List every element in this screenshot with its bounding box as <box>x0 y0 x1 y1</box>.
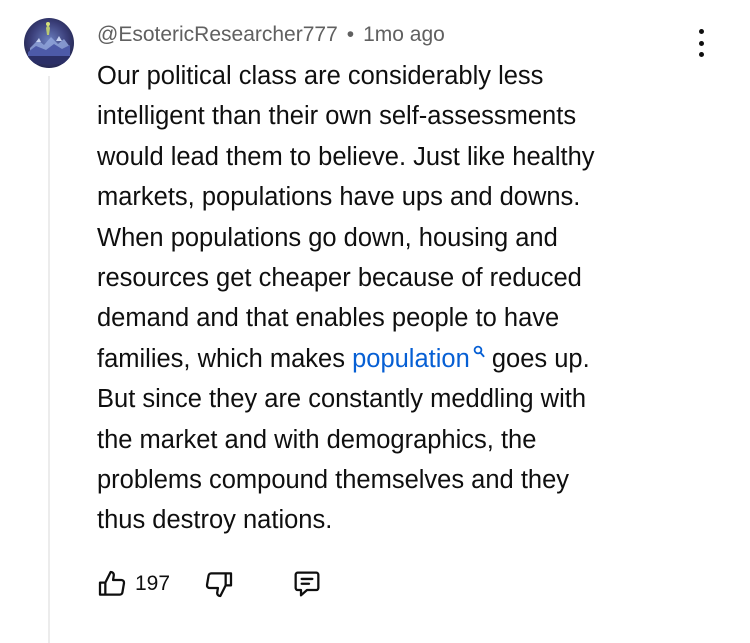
more-actions-button[interactable] <box>686 26 716 60</box>
comment-line: demand and that enables people to have <box>97 304 560 333</box>
comment-line: would lead them to believe. Just like he… <box>97 142 595 171</box>
comment-line: thus destroy nations. <box>97 506 333 535</box>
more-vertical-icon-dot <box>698 40 704 46</box>
dislike-button[interactable] <box>203 568 235 600</box>
comment-line: Our political class are considerably les… <box>97 62 544 90</box>
comment-line: the market and with demographics, the <box>97 425 537 454</box>
comment-line: resources get cheaper because of reduced <box>97 264 582 293</box>
timestamp[interactable]: 1mo ago <box>363 23 445 47</box>
avatar[interactable] <box>24 18 74 68</box>
comment-line: families, which makes population goes up… <box>97 339 707 379</box>
comment-text: Our political class are considerably les… <box>97 56 707 541</box>
search-icon <box>473 345 485 357</box>
comment-line: When populations go down, housing and <box>97 223 558 252</box>
like-button[interactable]: 197 <box>96 568 170 600</box>
thumbs-up-icon <box>98 570 126 596</box>
like-count: 197 <box>135 572 171 595</box>
search-link[interactable]: population <box>352 345 485 373</box>
comment-line: markets, populations have ups and downs. <box>97 183 581 212</box>
comment-line: intelligent than their own self-assessme… <box>97 102 577 131</box>
comment-line: problems compound themselves and they <box>97 466 570 495</box>
author-name[interactable]: @EsotericResearcher777 <box>97 23 338 47</box>
comment-text-segment: families, which makes <box>97 344 353 373</box>
comment-icon <box>294 571 320 597</box>
search-link-label[interactable]: population <box>352 345 470 373</box>
comment-actions: 197 <box>96 566 323 602</box>
reply-button[interactable] <box>291 568 323 600</box>
comment-line: But since they are constantly meddling w… <box>97 385 587 414</box>
comment-text-segment: goes up. <box>484 344 590 373</box>
thread-line <box>48 76 50 643</box>
thumbs-down-icon <box>205 572 233 598</box>
avatar-image <box>24 18 74 68</box>
more-vertical-icon-dot <box>698 29 704 34</box>
comment-header: @EsotericResearcher777 • 1mo ago <box>97 20 445 50</box>
meta-separator: • <box>346 23 355 46</box>
